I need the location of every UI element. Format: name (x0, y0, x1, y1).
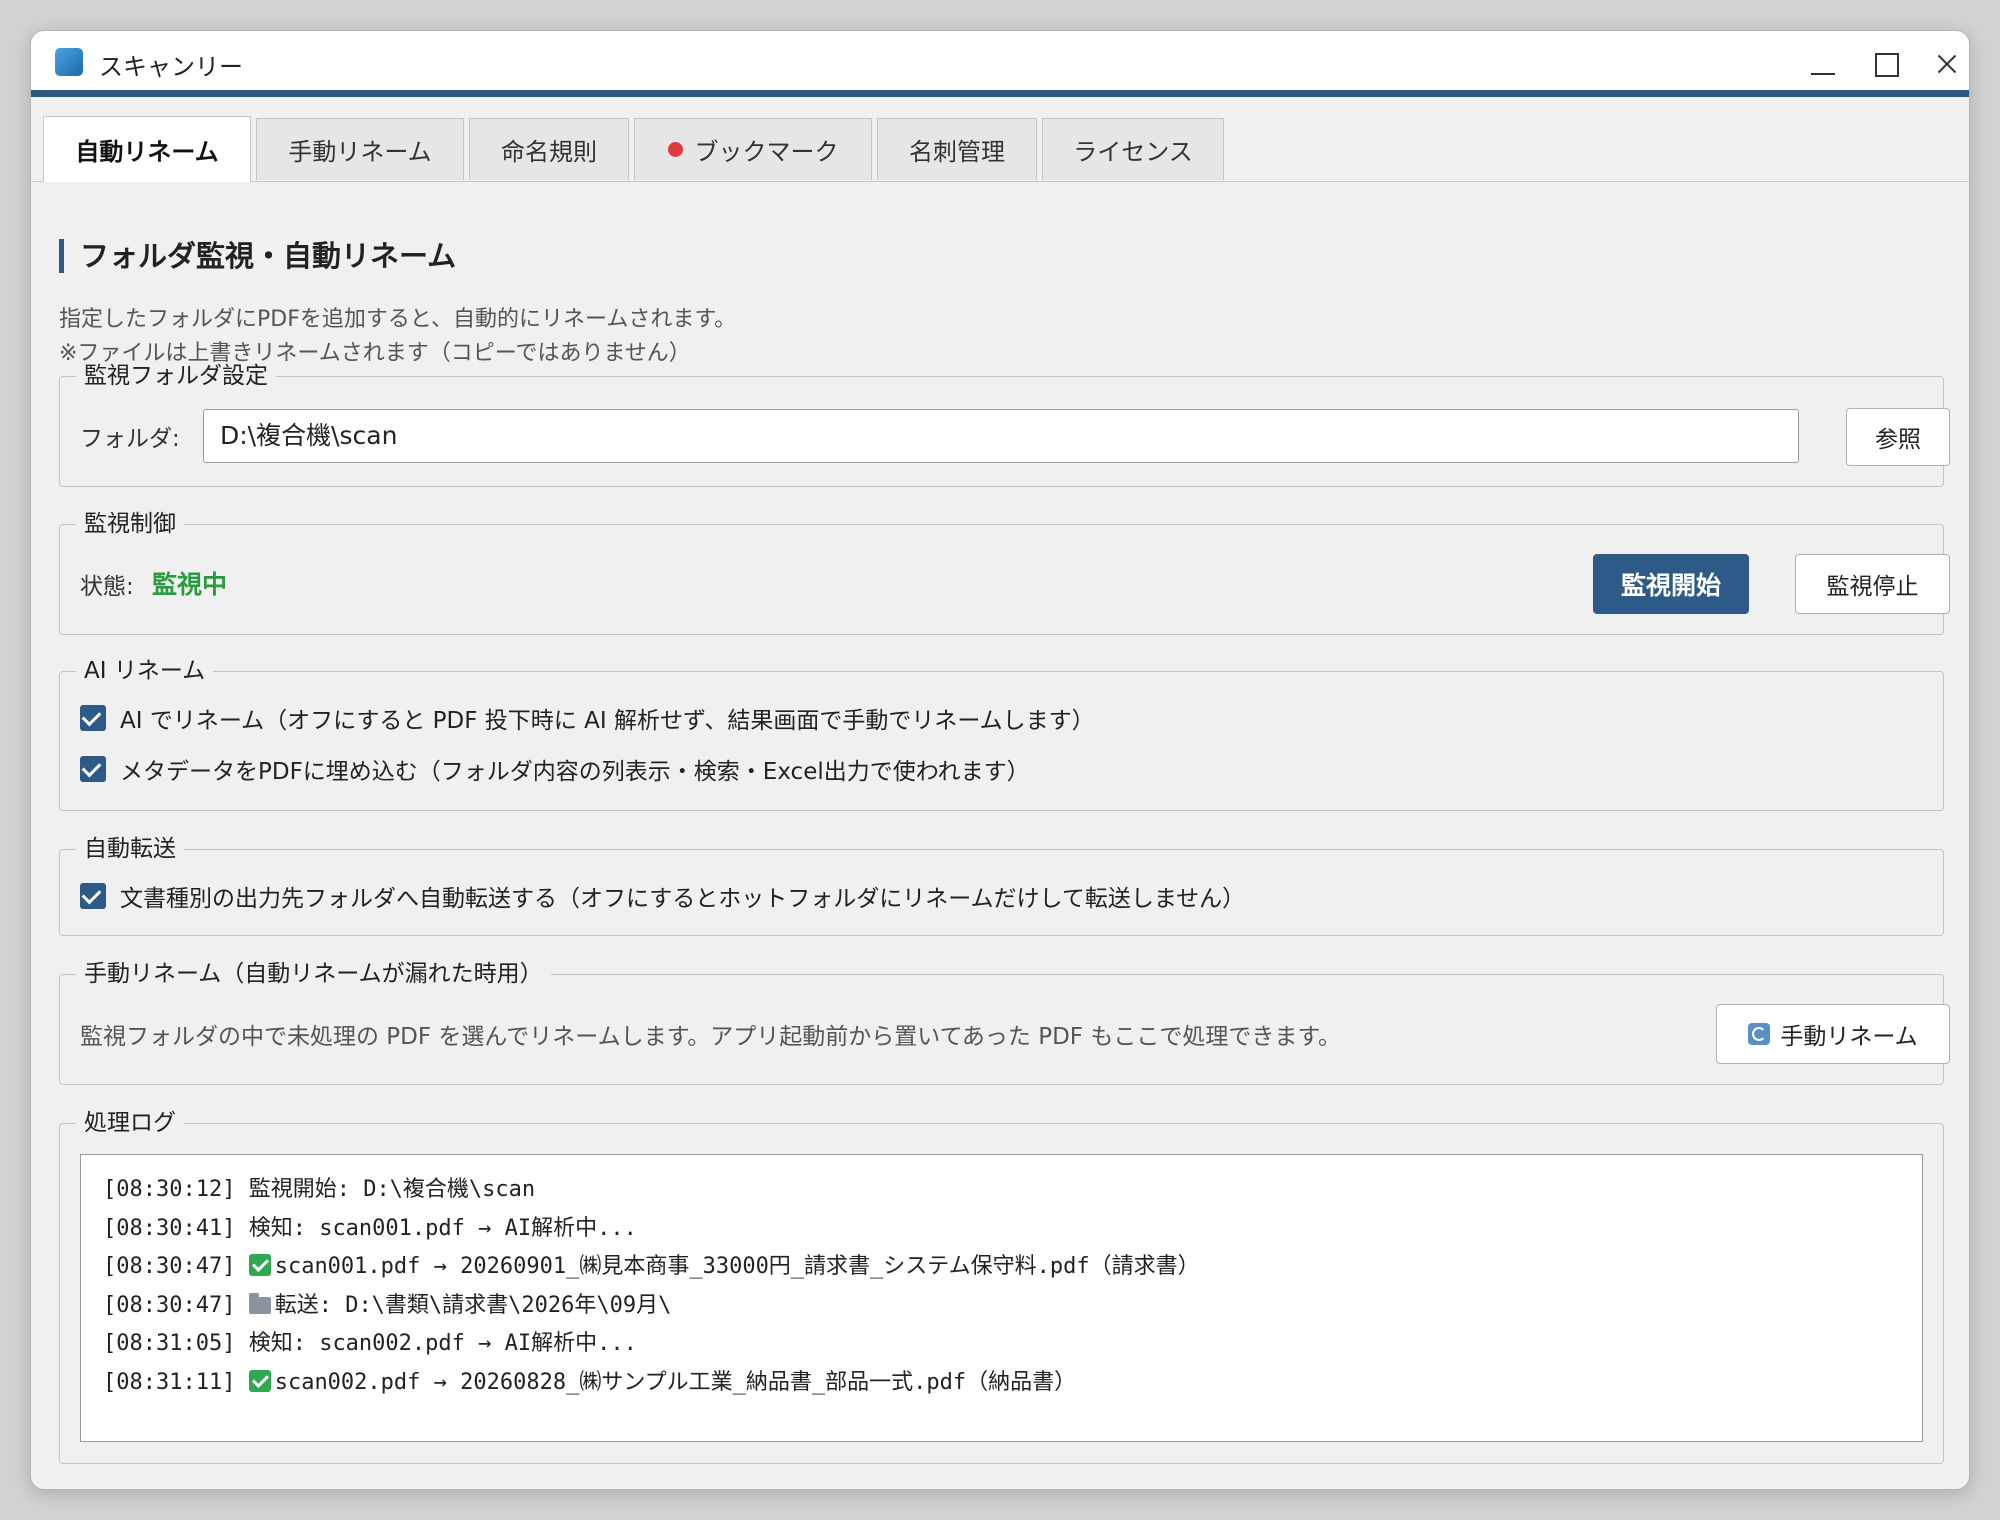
group-legend: 処理ログ (76, 1109, 184, 1137)
auto-transfer-checkbox[interactable] (80, 883, 106, 909)
ai-rename-checkbox-row[interactable]: AI でリネーム（オフにすると PDF 投下時に AI 解析せず、結果画面で手動… (80, 703, 1095, 734)
folder-settings-group: 監視フォルダ設定 フォルダ: D:\複合機\scan 参照 (59, 362, 1950, 487)
auto-transfer-group: 自動転送 文書種別の出力先フォルダへ自動転送する（オフにするとホットフォルダにリ… (59, 835, 1944, 936)
status-label: 状態: (80, 574, 134, 600)
tab-business-cards[interactable]: 名刺管理 (877, 118, 1037, 180)
monitor-control-group: 監視制御 状態: 監視中 監視開始 監視停止 (59, 510, 1950, 635)
group-legend: 手動リネーム（自動リネームが漏れた時用） (76, 960, 551, 988)
tab-label: 自動リネーム (75, 138, 219, 166)
log-line: [08:30:12] 監視開始: D:\複合機\scan (103, 1171, 1900, 1210)
title-bar: スキャンリー (31, 31, 1969, 97)
tab-label: 名刺管理 (909, 138, 1005, 166)
folder-path-input[interactable]: D:\複合機\scan (203, 409, 1799, 463)
log-time: [08:30:47] (103, 1254, 236, 1279)
auto-transfer-checkbox-row[interactable]: 文書種別の出力先フォルダへ自動転送する（オフにするとホットフォルダにリネームだけ… (80, 881, 1246, 912)
log-line: [08:30:47] scan001.pdf → 20260901_㈱見本商事_… (103, 1248, 1900, 1287)
section-description: 指定したフォルダにPDFを追加すると、自動的にリネームされます。 (59, 307, 737, 332)
tab-label: 手動リネーム (288, 138, 432, 166)
log-text: scan002.pdf → 20260828_㈱サンプル工業_納品書_部品一式.… (274, 1369, 1077, 1395)
log-line: [08:31:11] scan002.pdf → 20260828_㈱サンプル工… (103, 1364, 1900, 1403)
group-legend: AI リネーム (76, 657, 214, 685)
log-time: [08:31:05] (103, 1331, 236, 1356)
section-title: フォルダ監視・自動リネーム (59, 239, 456, 273)
start-monitoring-button[interactable]: 監視開始 (1593, 554, 1749, 614)
close-button[interactable] (1921, 39, 1969, 85)
tab-label: ライセンス (1073, 138, 1193, 166)
log-line: [08:30:41] 検知: scan001.pdf → AI解析中... (103, 1210, 1900, 1249)
manual-rename-group: 手動リネーム（自動リネームが漏れた時用） 監視フォルダの中で未処理の PDF を… (59, 960, 1950, 1085)
log-time: [08:31:11] (103, 1369, 236, 1395)
log-text: scan001.pdf → 20260901_㈱見本商事_33000円_請求書_… (274, 1254, 1200, 1279)
log-text: 監視開始: D:\複合機\scan (248, 1177, 536, 1202)
log-line: [08:30:47] 転送: D:\書類\請求書\2026年\09月\ (103, 1287, 1900, 1326)
log-text: 検知: scan001.pdf → AI解析中... (248, 1215, 637, 1241)
log-output[interactable]: [08:30:12] 監視開始: D:\複合機\scan [08:30:41] … (80, 1154, 1923, 1442)
stop-monitoring-button[interactable]: 監視停止 (1795, 554, 1950, 614)
ai-rename-group: AI リネーム AI でリネーム（オフにすると PDF 投下時に AI 解析せず… (59, 657, 1944, 811)
button-label: 手動リネーム (1780, 1024, 1918, 1050)
window-title: スキャンリー (99, 53, 243, 81)
group-legend: 監視制御 (76, 510, 184, 538)
log-line: [08:31:05] 検知: scan002.pdf → AI解析中... (103, 1325, 1900, 1364)
browse-button[interactable]: 参照 (1846, 408, 1950, 466)
maximize-button[interactable] (1859, 39, 1913, 85)
refresh-icon (1748, 1023, 1771, 1045)
check-icon (248, 1369, 271, 1392)
log-time: [08:30:47] (103, 1292, 236, 1318)
tab-license[interactable]: ライセンス (1042, 118, 1224, 180)
ai-rename-checkbox[interactable] (80, 705, 106, 731)
manual-rename-button[interactable]: 手動リネーム (1716, 1004, 1950, 1064)
app-window: スキャンリー 自動リネーム 手動リネーム 命名規則 ブックマーク 名刺管理 ライ… (30, 30, 1970, 1490)
tab-divider (31, 181, 1969, 182)
log-group: 処理ログ [08:30:12] 監視開始: D:\複合機\scan [08:30… (59, 1109, 1944, 1464)
tab-label: ブックマーク (694, 138, 839, 166)
tab-bookmark[interactable]: ブックマーク (634, 118, 872, 180)
checkbox-label: AI でリネーム（オフにすると PDF 投下時に AI 解析せず、結果画面で手動… (120, 708, 1095, 734)
status-value: 監視中 (152, 570, 228, 599)
folder-label: フォルダ: (80, 426, 180, 452)
tab-manual-rename[interactable]: 手動リネーム (256, 118, 464, 180)
embed-metadata-checkbox-row[interactable]: メタデータをPDFに埋め込む（フォルダ内容の列表示・検索・Excel出力で使われ… (80, 754, 1030, 785)
checkbox-label: 文書種別の出力先フォルダへ自動転送する（オフにするとホットフォルダにリネームだけ… (120, 886, 1246, 912)
tab-naming-rules[interactable]: 命名規則 (469, 118, 629, 180)
group-legend: 自動転送 (76, 835, 184, 863)
manual-rename-description: 監視フォルダの中で未処理の PDF を選んでリネームします。アプリ起動前から置い… (80, 1024, 1342, 1050)
minimize-button[interactable] (1796, 39, 1850, 85)
log-time: [08:30:12] (103, 1177, 236, 1202)
log-text: 転送: D:\書類\請求書\2026年\09月\ (274, 1292, 672, 1318)
app-icon (55, 48, 83, 76)
embed-metadata-checkbox[interactable] (80, 756, 106, 782)
tab-label: 命名規則 (501, 138, 597, 166)
check-icon (248, 1254, 271, 1276)
group-legend: 監視フォルダ設定 (76, 362, 276, 390)
notification-dot-icon (667, 142, 683, 157)
folder-icon (248, 1292, 271, 1314)
checkbox-label: メタデータをPDFに埋め込む（フォルダ内容の列表示・検索・Excel出力で使われ… (120, 759, 1030, 785)
log-time: [08:30:41] (103, 1215, 236, 1241)
log-text: 検知: scan002.pdf → AI解析中... (248, 1331, 637, 1356)
tab-auto-rename[interactable]: 自動リネーム (43, 116, 251, 182)
tab-bar: 自動リネーム 手動リネーム 命名規則 ブックマーク 名刺管理 ライセンス (43, 116, 1963, 182)
